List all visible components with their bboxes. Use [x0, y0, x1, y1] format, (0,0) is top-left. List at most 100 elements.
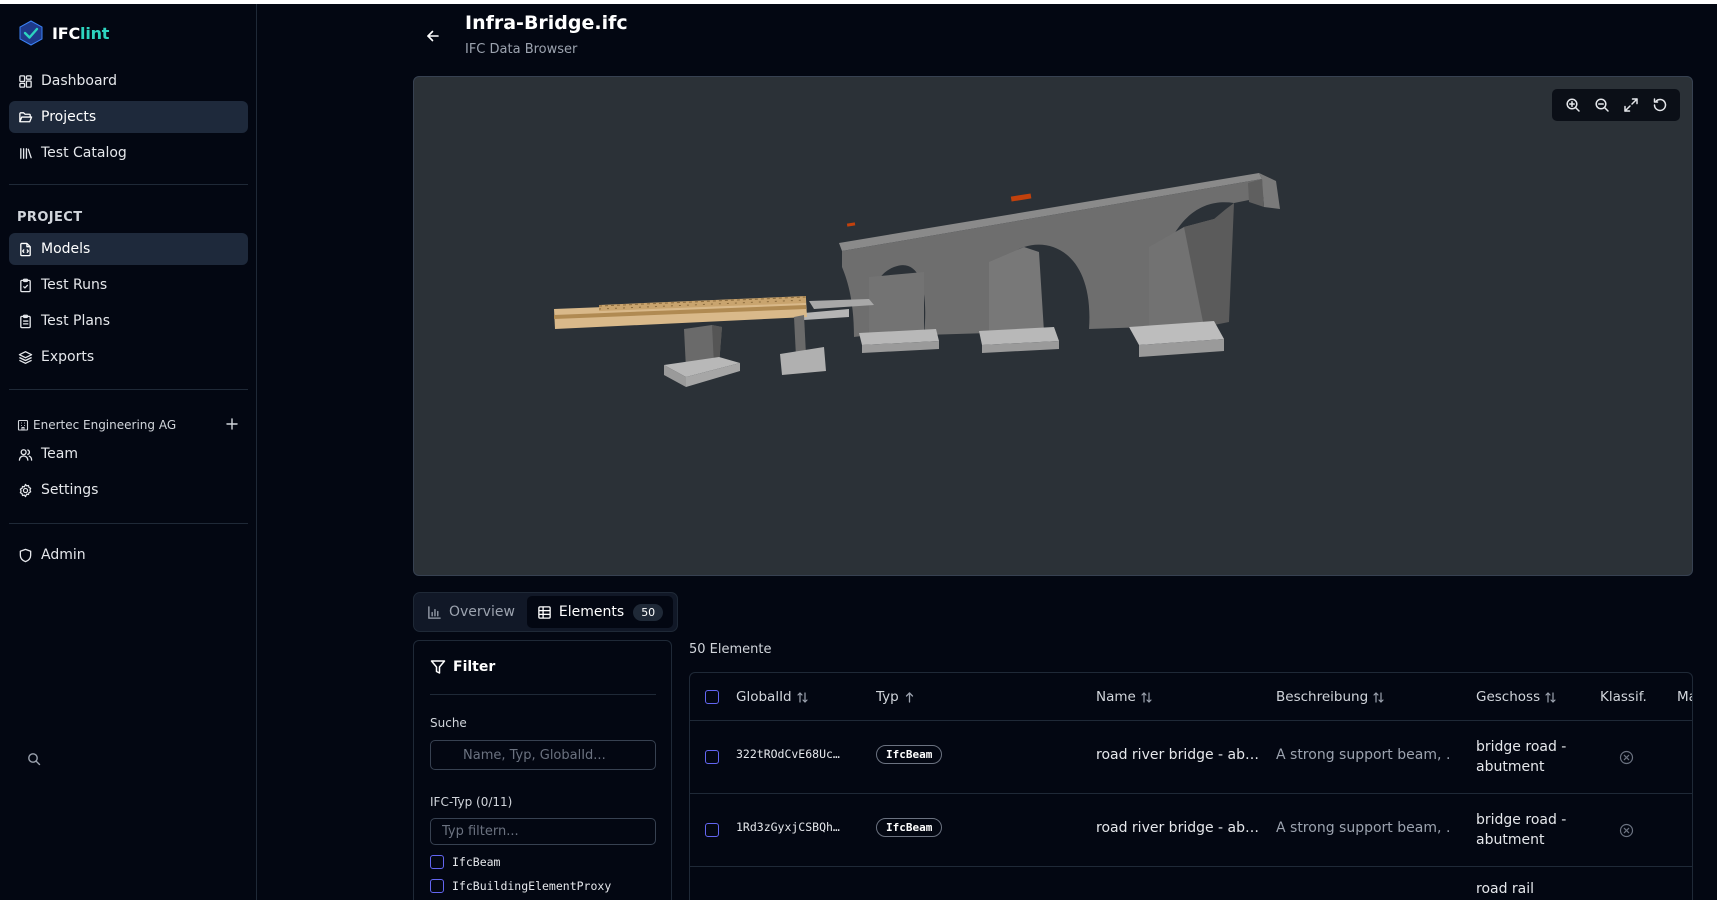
- sidebar-item-models[interactable]: Models: [9, 233, 248, 265]
- timber-bridge: [554, 296, 826, 387]
- sidebar-item-label: Settings: [41, 482, 99, 498]
- sidebar-item-settings[interactable]: Settings: [9, 474, 248, 506]
- column-ma[interactable]: Ma: [1677, 687, 1692, 707]
- sidebar-item-test-runs[interactable]: Test Runs: [9, 269, 248, 301]
- page-title: Infra-Bridge.ifc: [465, 12, 628, 34]
- description-cell: A strong support beam, …: [1276, 747, 1451, 763]
- type-filter-input[interactable]: [430, 818, 656, 845]
- type-option-label: IfcBuildingElementProxy: [452, 879, 612, 893]
- sidebar-item-team[interactable]: Team: [9, 438, 248, 470]
- table-header-row: GlobalId Typ Name Beschreibung Geschoss …: [690, 673, 1692, 721]
- classification-cell: [1619, 823, 1634, 838]
- arrow-left-icon: [427, 30, 439, 42]
- tab-label: Overview: [449, 604, 515, 620]
- arch-bridge: [804, 173, 1280, 357]
- table-row[interactable]: road rail: [690, 867, 1692, 900]
- sidebar-divider: [9, 184, 248, 185]
- column-globalid[interactable]: GlobalId: [736, 687, 809, 707]
- sidebar-item-label: Test Catalog: [41, 145, 127, 161]
- tab-label: Elements: [558, 604, 625, 620]
- fullscreen-icon[interactable]: [1620, 94, 1642, 116]
- sort-ascending-icon: [903, 691, 916, 704]
- x-circle-icon: [1619, 750, 1634, 765]
- brand[interactable]: IFClint: [19, 20, 109, 46]
- name-cell: road river bridge - ab…: [1096, 820, 1260, 836]
- sidebar-item-test-catalog[interactable]: Test Catalog: [9, 137, 248, 169]
- sidebar-item-test-plans[interactable]: Test Plans: [9, 305, 248, 337]
- type-option-label: IfcBeam: [452, 855, 501, 869]
- table-row[interactable]: 1Rd3zGyxjCSBQh… IfcBeam road river bridg…: [690, 794, 1692, 867]
- back-button[interactable]: [423, 26, 443, 46]
- column-beschreibung[interactable]: Beschreibung: [1276, 687, 1385, 707]
- type-cell: IfcBeam: [876, 818, 943, 837]
- tab-elements[interactable]: Elements 50: [526, 596, 674, 628]
- table-row[interactable]: 322tROdCvE68Uc… IfcBeam road river bridg…: [690, 721, 1692, 794]
- view-tabs: Overview Elements 50: [413, 592, 678, 632]
- description-cell: A strong support beam, …: [1276, 820, 1451, 836]
- sidebar-divider: [9, 389, 248, 390]
- filter-title: Filter: [453, 659, 496, 675]
- zoom-in-icon[interactable]: [1562, 94, 1584, 116]
- column-geschoss[interactable]: Geschoss: [1476, 687, 1557, 707]
- sidebar-item-label: Projects: [41, 109, 97, 125]
- type-cell: IfcBeam: [876, 745, 943, 764]
- sort-icon: [1140, 691, 1153, 704]
- sidebar-item-dashboard[interactable]: Dashboard: [9, 65, 248, 97]
- zoom-out-icon[interactable]: [1591, 94, 1613, 116]
- sort-icon: [1372, 691, 1385, 704]
- name-cell: road river bridge - ab…: [1096, 747, 1260, 763]
- elements-count-badge: 50: [633, 603, 664, 621]
- search-icon: [27, 752, 41, 766]
- building-icon: [17, 419, 29, 431]
- add-organization-icon[interactable]: [225, 417, 241, 433]
- globalid-cell: 322tROdCvE68Uc…: [736, 747, 840, 761]
- select-all-checkbox[interactable]: [705, 690, 719, 704]
- filter-header: Filter: [430, 659, 495, 675]
- type-badge: IfcBeam: [876, 818, 943, 837]
- storey-cell: road rail: [1476, 881, 1535, 897]
- row-checkbox[interactable]: [705, 750, 719, 764]
- classification-cell: [1619, 750, 1634, 765]
- checkbox[interactable]: [430, 855, 444, 869]
- search-input[interactable]: [430, 740, 656, 770]
- column-klassif[interactable]: Klassif.: [1600, 687, 1647, 707]
- sidebar-item-admin[interactable]: Admin: [9, 539, 248, 571]
- sidebar-item-label: Admin: [41, 547, 86, 563]
- filter-divider: [430, 694, 656, 695]
- column-typ[interactable]: Typ: [876, 687, 916, 707]
- search-label: Suche: [430, 716, 467, 730]
- project-section-label: PROJECT: [17, 210, 83, 225]
- organization-name: Enertec Engineering AG: [33, 418, 177, 432]
- element-count-label: 50 Elemente: [689, 642, 772, 657]
- reset-view-icon[interactable]: [1649, 94, 1671, 116]
- checkbox[interactable]: [430, 879, 444, 893]
- library-icon: [18, 146, 33, 161]
- organization-row: Enertec Engineering AG: [17, 415, 241, 435]
- sidebar-item-label: Test Plans: [41, 313, 111, 329]
- gear-icon: [18, 483, 33, 498]
- elements-table: GlobalId Typ Name Beschreibung Geschoss …: [689, 672, 1693, 900]
- type-option-ifcbuildingelementproxy[interactable]: IfcBuildingElementProxy: [430, 879, 611, 893]
- sidebar-item-projects[interactable]: Projects: [9, 101, 248, 133]
- table-icon: [537, 605, 552, 620]
- sidebar-item-label: Exports: [41, 349, 95, 365]
- sidebar-item-exports[interactable]: Exports: [9, 341, 248, 373]
- type-option-ifcbeam[interactable]: IfcBeam: [430, 855, 500, 869]
- model-viewer[interactable]: [413, 76, 1693, 576]
- tab-overview[interactable]: Overview: [417, 596, 525, 628]
- sort-icon: [1544, 691, 1557, 704]
- bridge-3d-model[interactable]: [414, 77, 1692, 575]
- sidebar-item-label: Models: [41, 241, 91, 257]
- storey-cell: bridge road - abutment: [1476, 739, 1567, 775]
- sidebar-divider: [9, 523, 248, 524]
- sidebar-item-label: Team: [41, 446, 79, 462]
- layers-icon: [18, 350, 33, 365]
- column-name[interactable]: Name: [1096, 687, 1153, 707]
- clipboard-check-icon: [18, 278, 33, 293]
- sidebar-item-label: Test Runs: [41, 277, 108, 293]
- row-checkbox[interactable]: [705, 823, 719, 837]
- sidebar-item-label: Dashboard: [41, 73, 117, 89]
- brand-name: IFClint: [52, 23, 110, 43]
- storey-cell: bridge road - abutment: [1476, 812, 1567, 848]
- ifclint-logo-icon: [19, 20, 43, 46]
